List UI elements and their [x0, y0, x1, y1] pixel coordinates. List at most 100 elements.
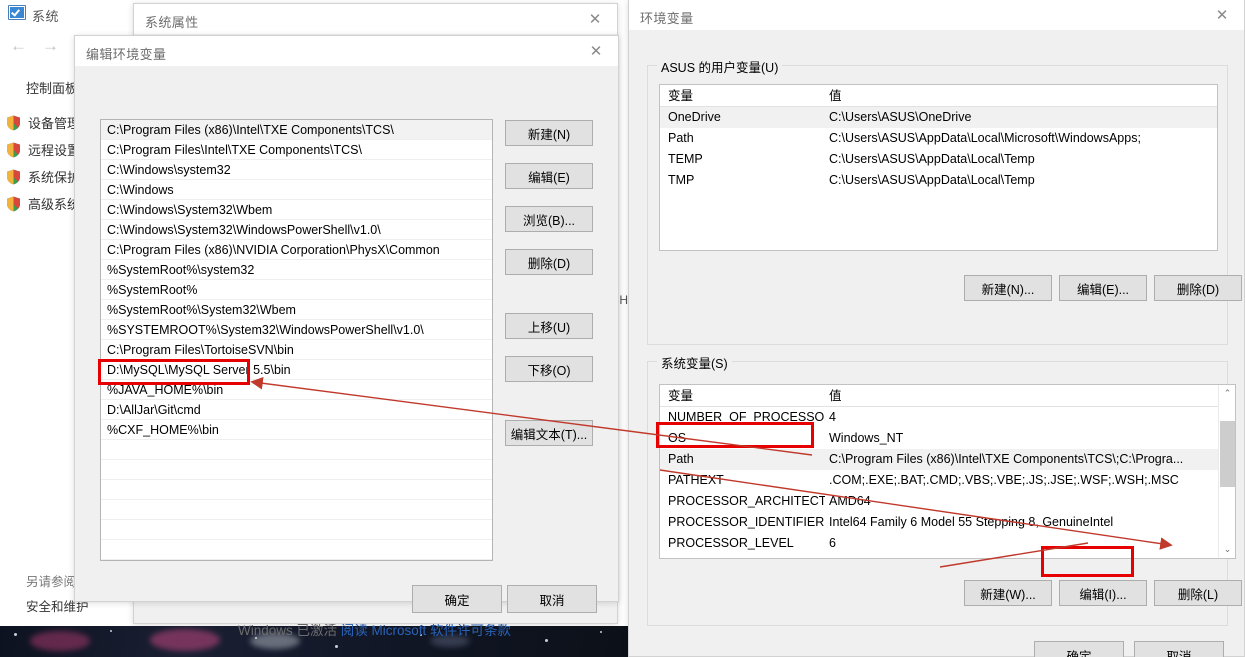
table-row[interactable]: PROCESSOR_IDENTIFIER Intel64 Family 6 Mo… [660, 512, 1235, 533]
sidebar-item-remote-settings[interactable]: 远程设置 [6, 140, 80, 159]
list-item[interactable]: C:\Windows\System32\WindowsPowerShell\v1… [101, 220, 492, 240]
list-item[interactable]: %CXF_HOME%\bin [101, 420, 492, 440]
table-row-path[interactable]: Path C:\Program Files (x86)\Intel\TXE Co… [660, 449, 1235, 470]
table-row[interactable]: TEMP C:\Users\ASUS\AppData\Local\Temp [660, 149, 1217, 170]
cell-value: C:\Users\ASUS\OneDrive [829, 110, 972, 124]
cell-variable: OS [668, 431, 687, 445]
control-panel-title: 系统 [32, 9, 60, 24]
list-item-empty[interactable] [101, 540, 492, 560]
table-row[interactable]: PROCESSOR_LEVEL 6 [660, 533, 1235, 554]
table-row[interactable]: OneDrive C:\Users\ASUS\OneDrive [660, 107, 1217, 128]
license-terms-link[interactable]: 阅读 Microsoft 软件许可条款 [341, 623, 511, 638]
system-edit-button[interactable]: 编辑(I)... [1059, 580, 1147, 606]
cell-variable: TEMP [668, 152, 703, 166]
column-header-value: 值 [829, 89, 842, 103]
path-entries-listbox[interactable]: C:\Program Files (x86)\Intel\TXE Compone… [100, 119, 493, 561]
user-new-button[interactable]: 新建(N)... [964, 275, 1052, 301]
new-button[interactable]: 新建(N) [505, 120, 593, 146]
list-item-empty[interactable] [101, 440, 492, 460]
list-item-empty[interactable] [101, 520, 492, 540]
shield-icon [6, 142, 21, 158]
system-variables-group: 系统变量(S) 变量 值 NUMBER_OF_PROCESSORS 4 OS W… [647, 353, 1242, 626]
close-icon[interactable]: ✕ [1200, 0, 1244, 31]
user-delete-button[interactable]: 删除(D) [1154, 275, 1242, 301]
scroll-down-icon[interactable]: ⌄ [1219, 541, 1235, 558]
scroll-up-icon[interactable]: ⌃ [1219, 385, 1235, 402]
move-down-button[interactable]: 下移(O) [505, 356, 593, 382]
edit-env-var-titlebar[interactable]: 编辑环境变量 ✕ [75, 36, 618, 67]
system-properties-titlebar[interactable]: 系统属性 ✕ [134, 4, 617, 35]
move-up-button[interactable]: 上移(U) [505, 313, 593, 339]
list-item-empty[interactable] [101, 500, 492, 520]
list-item-java-home[interactable]: %JAVA_HOME%\bin [101, 380, 492, 400]
edit-button[interactable]: 编辑(E) [505, 163, 593, 189]
table-row[interactable]: NUMBER_OF_PROCESSORS 4 [660, 407, 1235, 428]
list-item[interactable]: C:\Program Files\TortoiseSVN\bin [101, 340, 492, 360]
system-monitor-icon [8, 5, 26, 20]
list-item[interactable]: C:\Program Files\Intel\TXE Components\TC… [101, 140, 492, 160]
vertical-scrollbar[interactable]: ⌃ ⌄ [1218, 385, 1235, 558]
table-row[interactable]: PATHEXT .COM;.EXE;.BAT;.CMD;.VBS;.VBE;.J… [660, 470, 1235, 491]
cell-value: .COM;.EXE;.BAT;.CMD;.VBS;.VBE;.JS;.JSE;.… [829, 473, 1179, 487]
forward-icon[interactable]: → [42, 36, 59, 56]
scrollbar-thumb[interactable] [1220, 421, 1235, 487]
cell-variable: PROCESSOR_LEVEL [668, 536, 794, 550]
sidebar-item-label: 系统保护 [28, 170, 81, 185]
cell-variable: PROCESSOR_ARCHITECT... [668, 494, 825, 508]
list-item[interactable]: C:\Windows\system32 [101, 160, 492, 180]
edit-env-var-title: 编辑环境变量 [86, 47, 167, 62]
delete-button[interactable]: 删除(D) [505, 249, 593, 275]
list-item[interactable]: %SystemRoot% [101, 280, 492, 300]
list-item[interactable]: C:\Program Files (x86)\NVIDIA Corporatio… [101, 240, 492, 260]
list-item[interactable]: %SystemRoot%\System32\Wbem [101, 300, 492, 320]
sidebar-item-label: 远程设置 [28, 143, 81, 158]
table-row[interactable]: PROCESSOR_ARCHITECT... AMD64 [660, 491, 1235, 512]
system-variables-table[interactable]: 变量 值 NUMBER_OF_PROCESSORS 4 OS Windows_N… [659, 384, 1236, 559]
edit-env-var-body: C:\Program Files (x86)\Intel\TXE Compone… [75, 67, 618, 613]
system-new-button[interactable]: 新建(W)... [964, 580, 1052, 606]
cell-value: 6 [829, 536, 836, 550]
list-item[interactable]: D:\AllJar\Git\cmd [101, 400, 492, 420]
user-variables-table[interactable]: 变量 值 OneDrive C:\Users\ASUS\OneDrive Pat… [659, 84, 1218, 251]
close-icon[interactable]: ✕ [574, 36, 618, 67]
ok-button[interactable]: 确定 [1034, 641, 1124, 657]
env-vars-titlebar[interactable]: 环境变量 ✕ [629, 0, 1244, 31]
table-header: 变量 值 [660, 385, 1235, 407]
shield-icon [6, 115, 21, 131]
table-row[interactable]: OS Windows_NT [660, 428, 1235, 449]
list-item-empty[interactable] [101, 480, 492, 500]
see-also-heading: 另请参阅 [26, 575, 77, 589]
list-item[interactable]: C:\Windows\System32\Wbem [101, 200, 492, 220]
system-delete-button[interactable]: 删除(L) [1154, 580, 1242, 606]
cell-variable: OneDrive [668, 110, 721, 124]
list-item[interactable]: %SystemRoot%\system32 [101, 260, 492, 280]
edit-environment-variable-dialog: 编辑环境变量 ✕ C:\Program Files (x86)\Intel\TX… [74, 35, 619, 613]
activation-status-text: Windows 已激活 [238, 623, 341, 638]
cell-variable: NUMBER_OF_PROCESSORS [668, 410, 825, 424]
cell-value: Intel64 Family 6 Model 55 Stepping 8, Ge… [829, 515, 1114, 529]
list-item[interactable]: %SYSTEMROOT%\System32\WindowsPowerShell\… [101, 320, 492, 340]
ok-button[interactable]: 确定 [412, 585, 502, 613]
cancel-button[interactable]: 取消 [507, 585, 597, 613]
cancel-button[interactable]: 取消 [1134, 641, 1224, 657]
list-item[interactable]: C:\Windows [101, 180, 492, 200]
list-item-empty[interactable] [101, 460, 492, 480]
column-header-variable: 变量 [668, 89, 694, 103]
cell-variable: PROCESSOR_IDENTIFIER [668, 515, 825, 529]
edit-text-button[interactable]: 编辑文本(T)... [505, 420, 593, 446]
browse-button[interactable]: 浏览(B)... [505, 206, 593, 232]
cell-value: 4 [829, 410, 836, 424]
list-item[interactable]: D:\MySQL\MySQL Server 5.5\bin [101, 360, 492, 380]
table-row[interactable]: TMP C:\Users\ASUS\AppData\Local\Temp [660, 170, 1217, 191]
env-vars-title: 环境变量 [640, 11, 694, 26]
cell-value: C:\Users\ASUS\AppData\Local\Temp [829, 152, 1035, 166]
sidebar-item-system-protection[interactable]: 系统保护 [6, 167, 80, 186]
column-header-value: 值 [829, 389, 842, 403]
table-row[interactable]: Path C:\Users\ASUS\AppData\Local\Microso… [660, 128, 1217, 149]
list-item[interactable]: C:\Program Files (x86)\Intel\TXE Compone… [101, 120, 492, 140]
cell-variable: Path [668, 131, 694, 145]
close-icon[interactable]: ✕ [573, 4, 617, 35]
user-edit-button[interactable]: 编辑(E)... [1059, 275, 1147, 301]
back-icon[interactable]: ← [10, 36, 27, 56]
cell-value: C:\Users\ASUS\AppData\Local\Temp [829, 173, 1035, 187]
